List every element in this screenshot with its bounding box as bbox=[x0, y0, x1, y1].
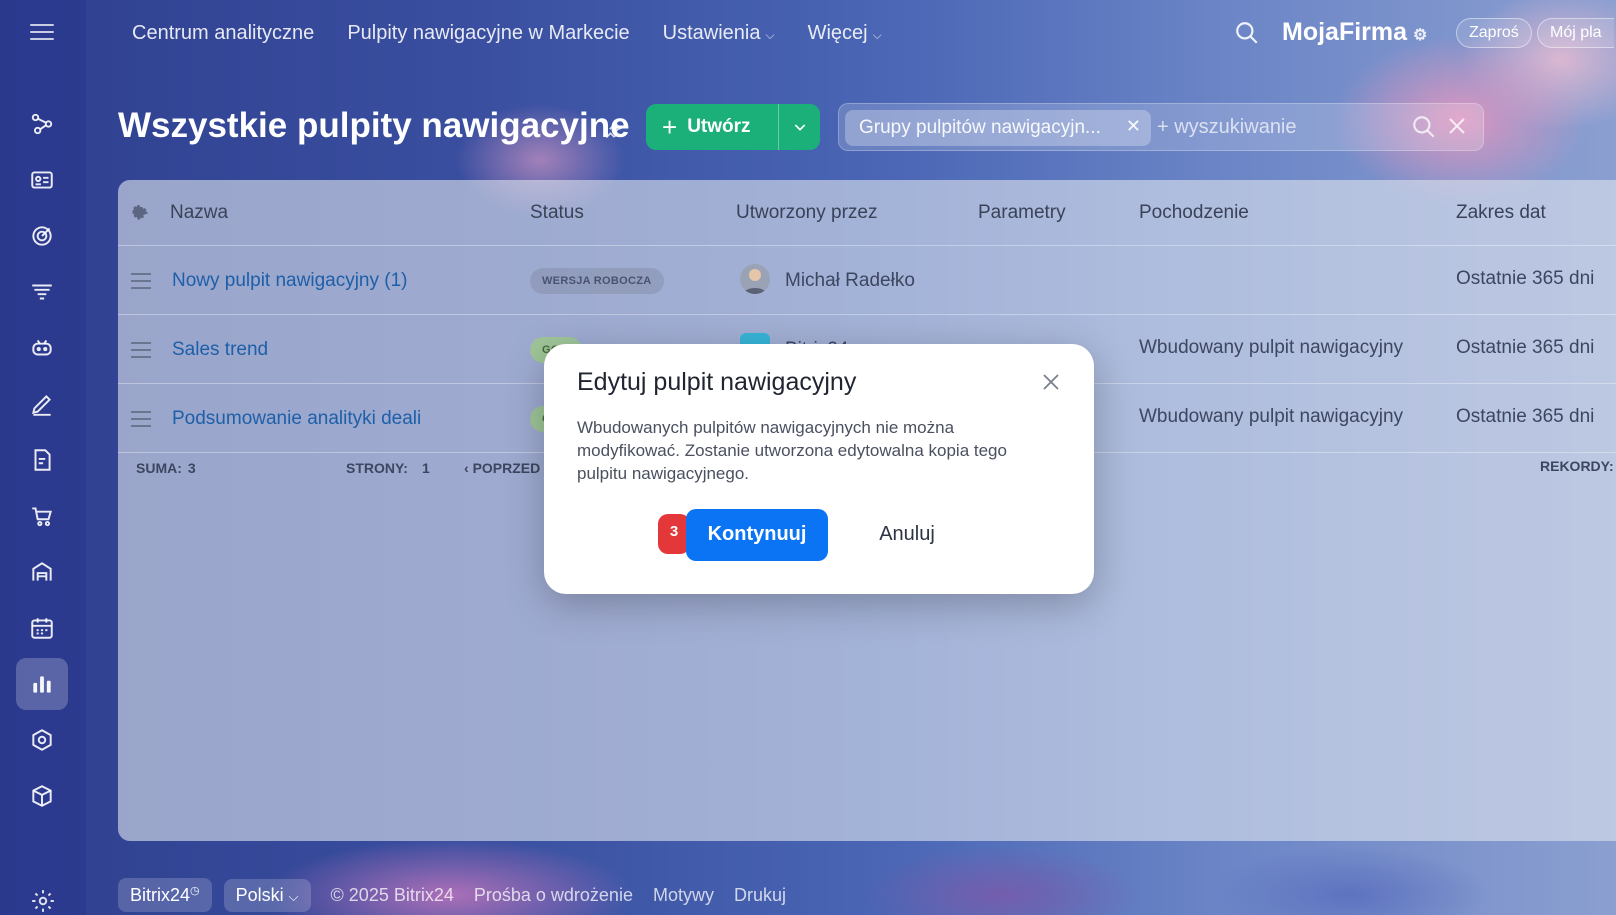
dialog-message: Wbudowanych pulpitów nawigacyjnych nie m… bbox=[577, 418, 1007, 483]
continue-button[interactable]: Kontynuuj bbox=[686, 509, 828, 561]
dialog-title: Edytuj pulpit nawigacyjny bbox=[577, 368, 857, 396]
cancel-button[interactable]: Anuluj bbox=[862, 509, 952, 561]
close-icon[interactable] bbox=[1039, 370, 1063, 394]
edit-dashboard-dialog: Edytuj pulpit nawigacyjny Wbudowanych pu… bbox=[544, 344, 1094, 594]
